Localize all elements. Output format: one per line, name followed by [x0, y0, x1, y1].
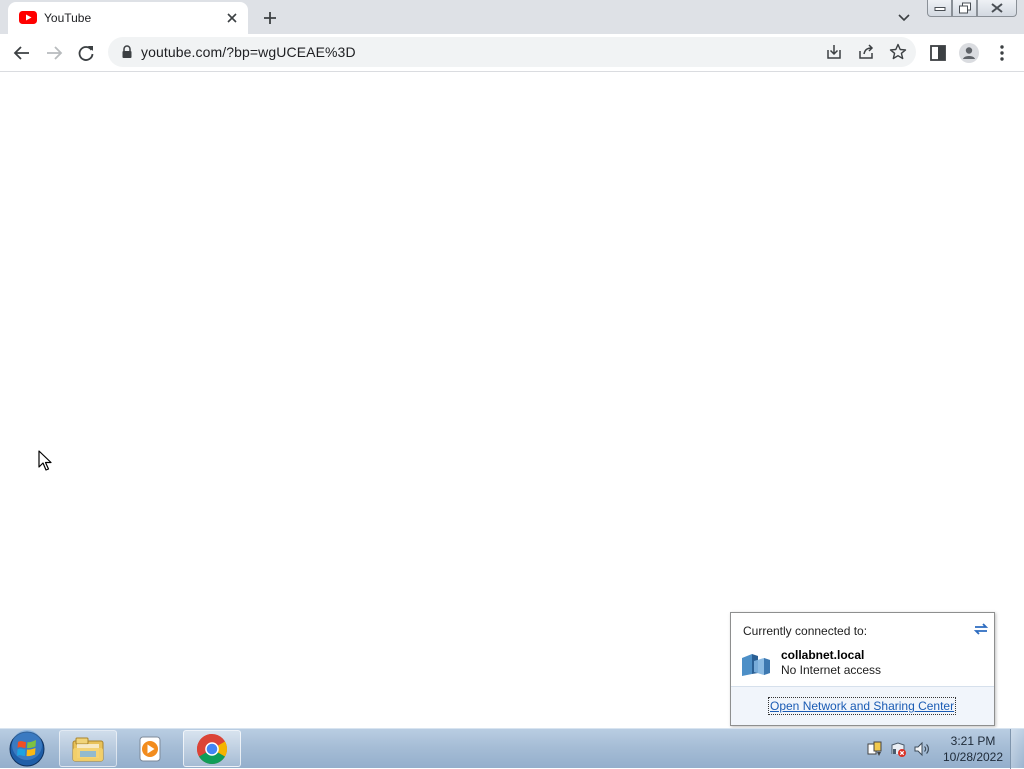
back-arrow-icon[interactable] [11, 42, 33, 64]
profile-avatar-icon[interactable] [958, 42, 980, 64]
tab-youtube[interactable]: YouTube [8, 2, 248, 34]
tab-title: YouTube [44, 11, 92, 25]
chevron-down-icon[interactable] [895, 8, 913, 26]
close-icon [991, 3, 1003, 13]
mouse-cursor-icon [38, 450, 52, 471]
refresh-networks-icon[interactable] [972, 620, 990, 638]
kebab-menu-icon[interactable] [991, 42, 1013, 64]
side-panel-icon[interactable] [927, 42, 949, 64]
media-player-icon [139, 736, 161, 761]
url-text[interactable]: youtube.com/?bp=wgUCEAE%3D [141, 44, 356, 60]
restore-icon [958, 2, 971, 14]
network-name: collabnet.local [781, 648, 865, 662]
address-bar[interactable]: youtube.com/?bp=wgUCEAE%3D [108, 37, 916, 67]
minimize-icon [934, 7, 945, 11]
close-tab-icon[interactable] [223, 9, 241, 27]
chrome-icon [196, 733, 228, 764]
share-icon[interactable] [856, 42, 876, 62]
start-button[interactable] [7, 730, 47, 768]
network-status-popup: Currently connected to: collabnet.local … [730, 612, 995, 726]
network-icon [742, 654, 770, 676]
clock-time[interactable]: 3:21 PM [930, 734, 1016, 748]
forward-arrow-icon[interactable] [43, 42, 65, 64]
close-window-button[interactable] [977, 0, 1017, 17]
install-app-icon[interactable] [824, 42, 844, 62]
popup-footer: Open Network and Sharing Center [731, 686, 994, 725]
taskbar-app-media-player[interactable] [121, 730, 179, 767]
browser-toolbar: youtube.com/?bp=wgUCEAE%3D [0, 34, 1024, 72]
restore-button[interactable] [952, 0, 977, 17]
taskbar-app-chrome[interactable] [183, 730, 241, 767]
network-status: No Internet access [781, 663, 882, 677]
youtube-icon [19, 11, 37, 24]
clock-date[interactable]: 10/28/2022 [930, 750, 1016, 764]
volume-icon[interactable] [913, 740, 931, 758]
action-center-icon[interactable] [866, 740, 884, 758]
show-desktop-button[interactable] [1010, 729, 1024, 769]
bookmark-star-icon[interactable] [888, 42, 908, 62]
new-tab-icon[interactable] [259, 7, 281, 29]
taskbar: 3:21 PM 10/28/2022 [0, 728, 1024, 769]
lock-icon[interactable] [121, 45, 133, 59]
connection-header: Currently connected to: [743, 624, 868, 638]
open-network-sharing-center-link[interactable]: Open Network and Sharing Center [767, 697, 957, 715]
minimize-button[interactable] [927, 0, 952, 17]
taskbar-app-explorer[interactable] [59, 730, 117, 767]
network-warning-icon[interactable] [889, 740, 907, 758]
tab-strip: YouTube [0, 0, 1024, 34]
windows-explorer-icon [72, 737, 104, 761]
reload-icon[interactable] [75, 42, 97, 64]
